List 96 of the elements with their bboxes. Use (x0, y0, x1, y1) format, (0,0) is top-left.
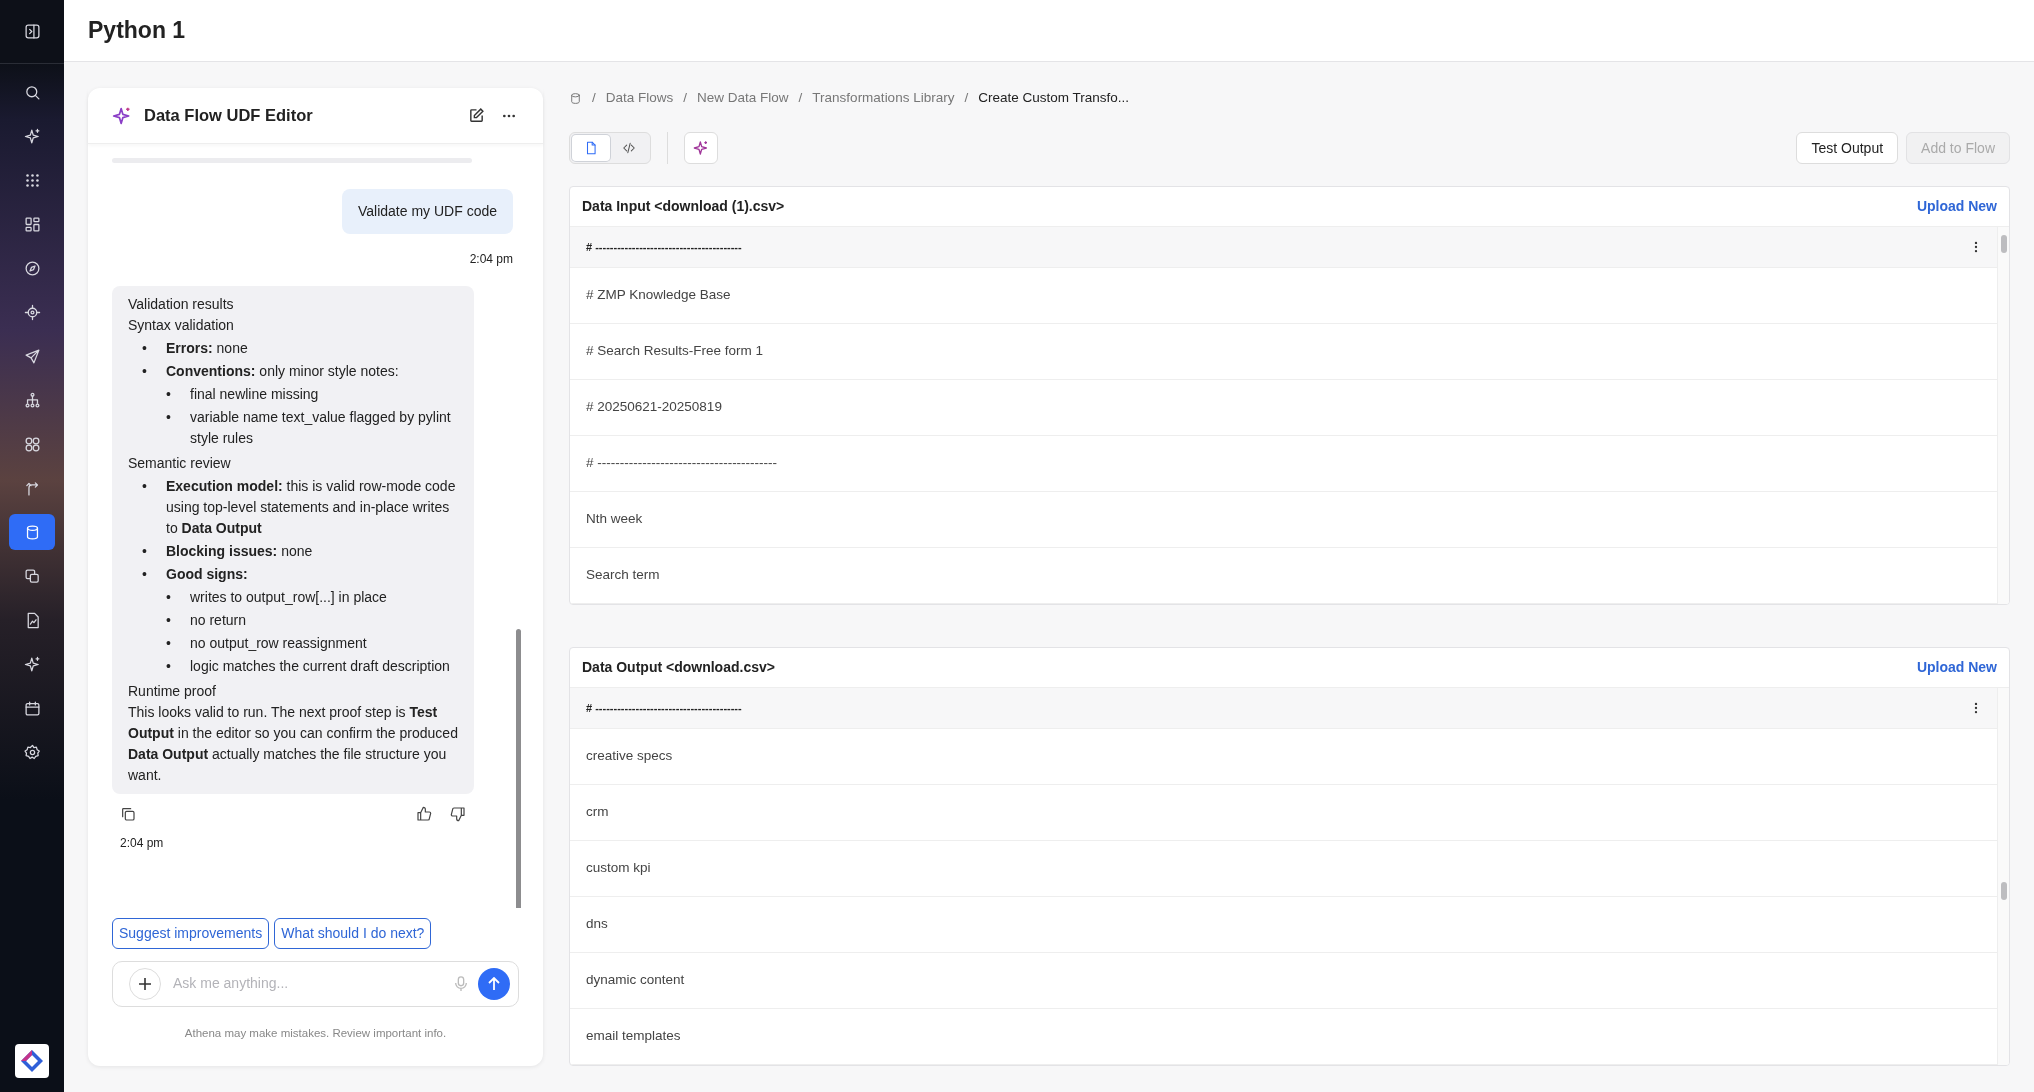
table-cell: Nth week (570, 492, 1997, 548)
breadcrumb-link[interactable]: New Data Flow (697, 87, 789, 109)
sparkle-icon (23, 655, 41, 673)
grid-icon (23, 171, 41, 189)
bullet: • (166, 611, 172, 630)
message-text: This looks valid to run. The next proof step is Test Output in the editor so you can confirm the produced Data Output actually matches the file structure you want. (128, 703, 458, 785)
bullet: • (166, 588, 172, 607)
breadcrumb-link[interactable]: Data Flows (605, 87, 674, 109)
bullet: • (166, 408, 172, 427)
settings-icon (23, 743, 41, 761)
scrollbar[interactable] (516, 629, 521, 908)
message-text: Syntax validation (128, 316, 235, 335)
code-icon (622, 141, 636, 155)
table-cell: creative specs (570, 729, 1997, 785)
list-item: Good signs: (166, 565, 249, 584)
table-cell: Search term (570, 548, 1997, 604)
bullet: • (142, 339, 148, 358)
table-cell: dns (570, 897, 1997, 953)
panel-title: Data Input <download (1).csv> (582, 197, 785, 216)
table-cell: # ZMP Knowledge Base (570, 268, 1997, 324)
sparkle-icon (112, 105, 132, 126)
bullet: • (142, 565, 148, 584)
list-item: Blocking issues: none (166, 542, 314, 561)
breadcrumb-separator: / (592, 88, 596, 107)
action-button[interactable]: Test Output (1796, 132, 1899, 164)
breadcrumb-link[interactable]: Transformations Library (812, 87, 955, 109)
panel-toggle-icon (23, 22, 41, 40)
sparkle-icon (693, 140, 709, 156)
table-cell: custom kpi (570, 841, 1997, 897)
send-button[interactable] (478, 967, 510, 1000)
list-item: Conventions: only minor style notes: (166, 362, 400, 381)
thumbs-down-icon[interactable] (448, 804, 468, 824)
file-icon (584, 141, 598, 155)
table-cell: # ---------------------------------------- (570, 436, 1997, 492)
target-icon (23, 303, 41, 321)
column-header: # ---------------------------------------- (586, 700, 742, 716)
panel-title: Data Output <download.csv> (582, 658, 775, 677)
message-time: 2:04 pm (469, 251, 513, 268)
chat-input[interactable]: Ask me anything... (112, 960, 519, 1007)
bullet: • (142, 542, 148, 561)
table-cell: email templates (570, 1009, 1997, 1065)
bullet: • (142, 477, 148, 496)
dashboard-icon (23, 215, 41, 233)
list-item: Errors: none (166, 339, 249, 358)
list-item: no return (190, 611, 248, 630)
message-text: Validation results (128, 295, 235, 314)
ai-button[interactable] (684, 132, 718, 164)
circles-icon (23, 435, 41, 453)
sparkle-icon (23, 127, 41, 145)
table-cell: dynamic content (570, 953, 1997, 1009)
copy-icon (23, 567, 41, 585)
search-icon (23, 83, 41, 101)
bullet: • (166, 385, 172, 404)
arrow-up-icon (487, 976, 501, 991)
breadcrumb-separator: / (964, 88, 969, 107)
list-item: final newline missing (190, 385, 320, 404)
plus-icon (138, 976, 152, 991)
scrollbar[interactable] (1997, 227, 2009, 604)
suggestion-chip[interactable]: What should I do next? (274, 917, 432, 949)
bullet: • (166, 634, 172, 653)
user-message: Validate my UDF code (342, 189, 513, 234)
message-text: Semantic review (128, 454, 232, 473)
database-icon (569, 91, 582, 105)
table-cell: # Search Results-Free form 1 (570, 324, 1997, 380)
route-icon (23, 479, 41, 497)
add-button[interactable] (129, 967, 161, 1000)
list-item: writes to output_row[...] in place (190, 588, 388, 607)
breadcrumb-separator: / (798, 88, 803, 107)
list-item: no output_row reassignment (190, 634, 368, 653)
calendar-icon (23, 699, 41, 717)
hierarchy-icon (23, 391, 41, 409)
bullet: • (166, 657, 172, 676)
app-logo[interactable] (15, 1044, 49, 1078)
table-cell: # 20250621-20250819 (570, 380, 1997, 436)
sidebar-item[interactable] (9, 514, 55, 550)
view-tab[interactable] (572, 135, 610, 161)
breadcrumb-current: Create Custom Transfo... (978, 88, 1129, 107)
send-icon (23, 347, 41, 365)
table-cell: crm (570, 785, 1997, 841)
scrollbar[interactable] (1997, 688, 2009, 1065)
list-item: variable name text_value flagged by pylint style rules (190, 408, 452, 448)
bullet: • (142, 362, 148, 381)
upload-link[interactable]: Upload New (1916, 657, 1997, 678)
suggestion-chip[interactable]: Suggest improvements (112, 917, 270, 949)
column-header: # ---------------------------------------- (586, 239, 742, 255)
chat-title: Data Flow UDF Editor (144, 105, 313, 127)
page-title: Python 1 (88, 16, 186, 46)
upload-link[interactable]: Upload New (1916, 196, 1997, 217)
disclaimer: Athena may make mistakes. Review important info. (183, 1025, 448, 1041)
message-input[interactable]: Ask me anything... (171, 972, 444, 996)
message-text: Runtime proof (128, 682, 217, 701)
list-item: logic matches the current draft description (190, 657, 451, 676)
message-time: 2:04 pm (119, 835, 165, 852)
breadcrumb-separator: / (683, 88, 688, 107)
compass-icon (23, 259, 41, 277)
thumbs-up-icon[interactable] (414, 804, 434, 824)
